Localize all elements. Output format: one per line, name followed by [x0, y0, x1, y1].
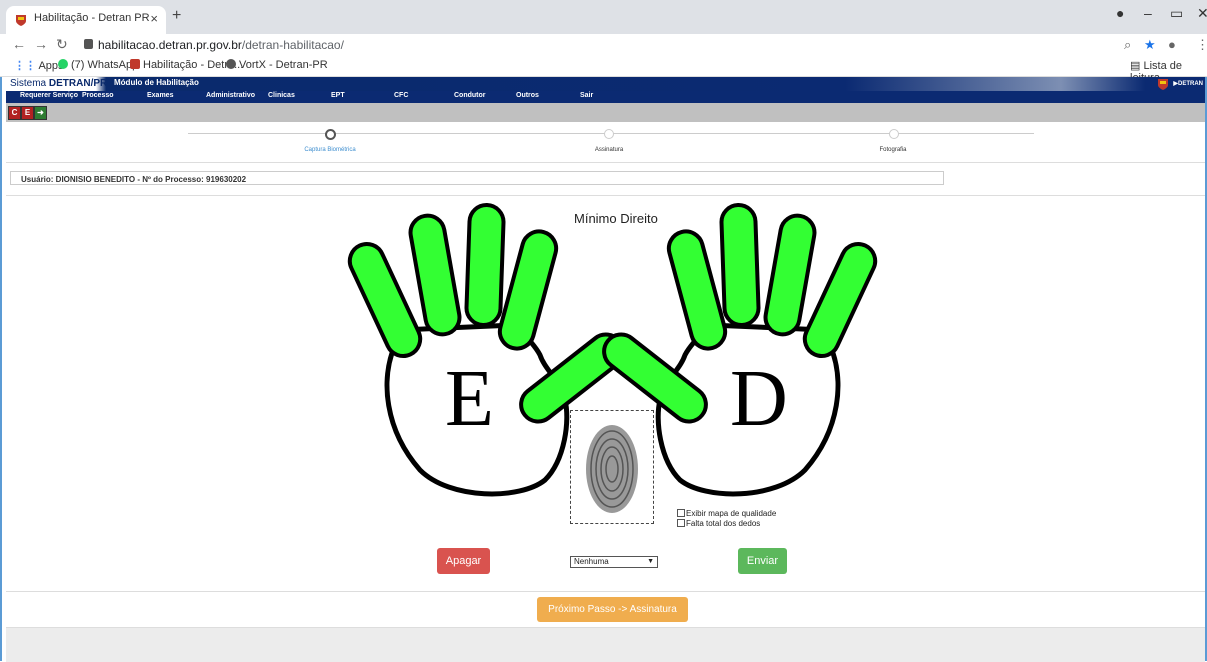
right-finger-middle[interactable]	[721, 204, 759, 325]
divider	[6, 591, 1205, 592]
fingerprint-preview	[570, 410, 654, 524]
send-button[interactable]: Enviar	[738, 548, 787, 574]
exception-select[interactable]: Nenhuma ▼	[570, 556, 658, 568]
missing-finger-option[interactable]: Falta total dos dedos	[677, 519, 760, 528]
right-finger-ring[interactable]	[760, 210, 820, 340]
page-footer	[6, 627, 1205, 662]
left-hand-letter: E	[445, 355, 494, 443]
right-finger-index[interactable]	[663, 225, 731, 355]
fingerprint-icon	[586, 425, 638, 513]
clear-button[interactable]: Apagar	[437, 548, 490, 574]
left-finger-index[interactable]	[494, 225, 562, 355]
quality-map-checkbox[interactable]	[677, 509, 685, 517]
chevron-down-icon: ▼	[647, 558, 654, 565]
left-finger-middle[interactable]	[466, 204, 504, 325]
left-finger-ring[interactable]	[405, 210, 465, 340]
right-hand-letter: D	[730, 355, 788, 443]
missing-finger-checkbox[interactable]	[677, 519, 685, 527]
next-step-button[interactable]: Próximo Passo -> Assinatura	[537, 597, 688, 622]
quality-map-option[interactable]: Exibir mapa de qualidade	[677, 509, 776, 518]
